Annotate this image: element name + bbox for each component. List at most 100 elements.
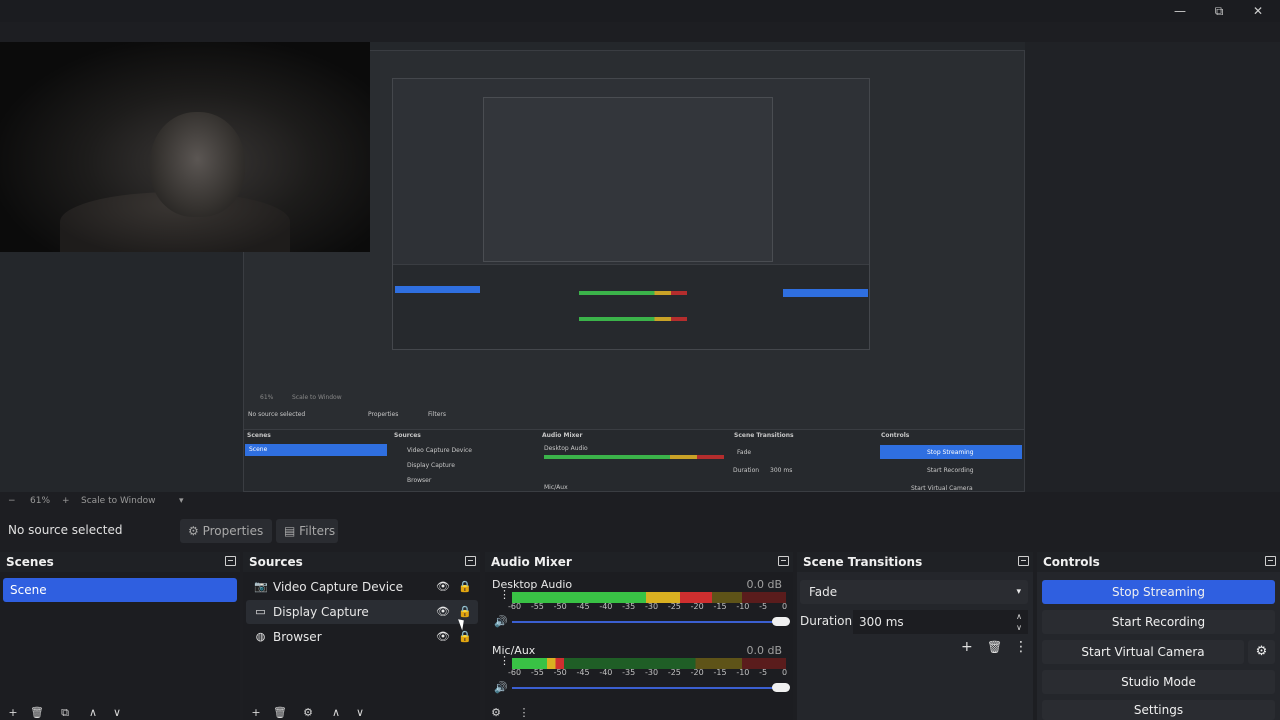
scene-filters-icon[interactable]: ⧉ <box>58 707 72 720</box>
controls-title: Controls <box>1043 555 1100 569</box>
volume-slider-handle[interactable] <box>772 617 790 626</box>
title-bar: — ⧉ ✕ <box>0 0 1280 22</box>
meter-tick-label: -5 <box>759 668 768 677</box>
float-dock-icon[interactable] <box>465 556 476 566</box>
trash-icon[interactable]: 🗑 <box>987 640 1002 654</box>
scenes-toolbar: + 🗑 ⧉ ∧ ∨ <box>0 707 240 720</box>
audio-mixer-dock: Audio Mixer Desktop Audio 0.0 dB ⋮ -60 -5… <box>485 552 793 720</box>
move-down-icon[interactable]: ∨ <box>110 707 124 720</box>
volume-slider[interactable] <box>512 621 780 623</box>
preview-area[interactable]: No source selected Properties Filters 61… <box>0 42 1280 492</box>
scene-transitions-dock: Scene Transitions Fade ▾ Duration 300 ms… <box>797 552 1033 720</box>
start-recording-button[interactable]: Start Recording <box>1042 610 1275 634</box>
scene-item[interactable]: Scene <box>3 578 237 602</box>
start-virtual-camera-button[interactable]: Start Virtual Camera <box>1042 640 1244 664</box>
webcam-feed <box>0 42 370 252</box>
nested-src2: Display Capture <box>407 462 455 469</box>
move-down-icon[interactable]: ∨ <box>353 707 367 720</box>
spinner-icon[interactable]: ∧ ∨ <box>1016 611 1022 633</box>
speaker-icon[interactable]: 🔊 <box>494 616 510 628</box>
duration-input[interactable]: 300 ms ∧ ∨ <box>853 610 1028 634</box>
meter-tick-label: -5 <box>759 602 768 611</box>
plus-icon[interactable]: + <box>961 640 973 654</box>
nested-mic: Mic/Aux <box>544 484 568 491</box>
meter-tick-label: -35 <box>622 602 636 611</box>
source-item[interactable]: ◍ Browser 👁 🔒 <box>246 625 478 649</box>
nested-mixer-title: Audio Mixer <box>542 432 583 439</box>
gear-icon[interactable]: ⚙ <box>489 707 503 720</box>
trash-icon[interactable]: 🗑 <box>30 707 44 720</box>
restore-button[interactable]: ⧉ <box>1204 2 1234 20</box>
volume-slider-handle[interactable] <box>772 683 790 692</box>
lock-icon[interactable]: 🔒 <box>458 630 472 644</box>
nested-duration-value: 300 ms <box>770 467 793 474</box>
trash-icon[interactable]: 🗑 <box>273 707 287 720</box>
move-up-icon[interactable]: ∧ <box>86 707 100 720</box>
nested-transitions-title: Scene Transitions <box>734 432 794 439</box>
filter-icon: ▤ <box>284 524 296 538</box>
eye-icon[interactable]: 👁 <box>436 631 450 643</box>
lock-icon[interactable]: 🔒 <box>458 605 472 619</box>
minimize-button[interactable]: — <box>1165 2 1195 20</box>
meter-tick-label: -25 <box>667 602 681 611</box>
add-scene-icon[interactable]: + <box>6 707 20 720</box>
float-dock-icon[interactable] <box>225 556 236 566</box>
nested-zoom: 61% <box>260 394 274 401</box>
meter-tick-label: -15 <box>713 602 727 611</box>
properties-button[interactable]: ⚙ Properties <box>180 519 272 543</box>
chevron-down-icon[interactable]: ▾ <box>179 496 184 506</box>
scenes-list: Scene + 🗑 ⧉ ∧ ∨ <box>0 572 240 720</box>
nested-stop-button-small <box>783 289 868 297</box>
close-button[interactable]: ✕ <box>1243 2 1273 20</box>
source-label: Video Capture Device <box>273 580 404 594</box>
gear-icon: ⚙ <box>188 524 199 538</box>
preview-canvas[interactable]: No source selected Properties Filters 61… <box>0 42 1025 492</box>
transition-select[interactable]: Fade ▾ <box>800 580 1028 604</box>
move-up-icon[interactable]: ∧ <box>329 707 343 720</box>
scale-mode-select[interactable]: Scale to Window <box>81 496 155 506</box>
volume-slider[interactable] <box>512 687 780 689</box>
meter-tick-label: -10 <box>736 602 750 611</box>
nested-scale: Scale to Window <box>292 394 342 401</box>
float-dock-icon[interactable] <box>778 556 789 566</box>
eye-icon[interactable]: 👁 <box>436 581 450 593</box>
zoom-out-button[interactable]: − <box>8 496 16 506</box>
nested-start-vcam: Start Virtual Camera <box>911 485 973 492</box>
kebab-menu-icon[interactable]: ⋮ <box>499 655 510 674</box>
mixer-channel: Mic/Aux 0.0 dB ⋮ -60 -55 -50 -45 -40 -35 -30 -2… <box>490 644 790 706</box>
transition-value: Fade <box>809 585 838 599</box>
kebab-menu-icon[interactable]: ⋮ <box>499 589 510 608</box>
filters-button[interactable]: ▤ Filters <box>276 519 338 543</box>
nested-duration: Duration <box>733 467 760 474</box>
stop-streaming-button[interactable]: Stop Streaming <box>1042 580 1275 604</box>
nested-meter-1 <box>544 455 724 459</box>
sources-header: Sources <box>243 552 480 572</box>
meter-tick-label: -30 <box>645 668 659 677</box>
speaker-icon[interactable]: 🔊 <box>494 682 510 694</box>
gear-icon[interactable]: ⚙ <box>1248 640 1275 664</box>
meter-tick-label: -45 <box>576 602 590 611</box>
source-item[interactable]: 📷 Video Capture Device 👁 🔒 <box>246 575 478 599</box>
meter-tick-label: -15 <box>713 668 727 677</box>
meter-tick-label: -10 <box>736 668 750 677</box>
kebab-menu-icon[interactable]: ⋮ <box>517 707 531 720</box>
channel-db: 0.0 dB <box>746 644 782 657</box>
studio-mode-button[interactable]: Studio Mode <box>1042 670 1275 694</box>
float-dock-icon[interactable] <box>1265 556 1276 566</box>
mixer-body: Desktop Audio 0.0 dB ⋮ -60 -55 -50 -45 -40 -3… <box>485 572 793 720</box>
settings-button[interactable]: Settings <box>1042 700 1275 720</box>
kebab-menu-icon[interactable]: ⋮ <box>1014 640 1028 654</box>
add-source-icon[interactable]: + <box>249 707 263 720</box>
gear-icon[interactable]: ⚙ <box>301 707 315 720</box>
zoom-in-button[interactable]: + <box>62 496 70 506</box>
float-dock-icon[interactable] <box>1018 556 1029 566</box>
chevron-down-icon: ▾ <box>1016 587 1021 597</box>
lock-icon[interactable]: 🔒 <box>458 580 472 594</box>
camera-icon: 📷 <box>254 580 268 593</box>
eye-icon[interactable]: 👁 <box>436 606 450 618</box>
sources-list: 📷 Video Capture Device 👁 🔒 ▭ Display Cap… <box>243 572 480 720</box>
meter-tick-label: -25 <box>667 668 681 677</box>
zoom-level: 61% <box>30 496 51 506</box>
source-item[interactable]: ▭ Display Capture 👁 🔒 <box>246 600 478 624</box>
monitor-icon: ▭ <box>255 605 266 618</box>
